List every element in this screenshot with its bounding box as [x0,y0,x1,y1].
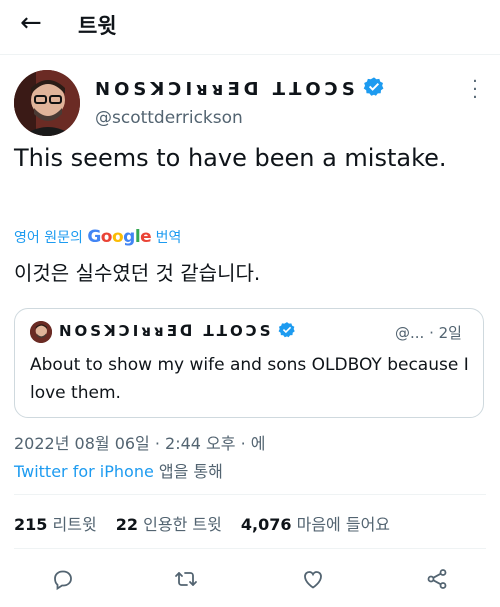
like-icon [304,571,322,589]
retweet-icon [175,572,197,586]
translate-prefix: 영어 원문의 [14,230,83,246]
page-title: 트윗 [78,14,117,38]
translate-link[interactable]: 영어 원문의 Google 번역 [14,227,181,247]
source-suffix: 앱을 통해 [158,462,223,481]
quote-author-name: NOSꓘƆIᴚᴚƎᗡ ꓕꓕOƆS [59,321,296,343]
top-bar: ← 트윗 [0,0,500,50]
translate-suffix: 번역 [155,230,182,246]
reply-icon [54,570,72,591]
source-client-link[interactable]: Twitter for iPhone [14,462,154,481]
tweet-text: This seems to have been a mistake. [14,144,447,172]
avatar[interactable] [14,70,80,136]
translated-text: 이것은 실수였던 것 같습니다. [14,261,261,285]
quote-count[interactable]: 22 인용한 트윗 [116,515,236,534]
verified-badge-icon [278,321,296,343]
author-display-name[interactable]: NOSꓘƆIᴚᴚƎᗡ ꓕꓕOƆS [95,79,359,100]
tweet-timestamp[interactable]: 2022년 08월 06일 · 2:44 오후 · 에 [14,430,265,454]
share-icon [427,569,447,589]
quoted-tweet[interactable]: NOSꓘƆIᴚᴚƎᗡ ꓕꓕOƆS @... · 2일 About to show… [14,308,484,418]
retweet-button[interactable] [170,563,202,595]
reply-button[interactable] [47,563,79,595]
verified-badge-icon [363,76,385,103]
quote-display-name: NOSꓘƆIᴚᴚƎᗡ ꓕꓕOƆS [59,322,274,340]
share-button[interactable] [421,563,453,595]
google-logo: Google [87,227,152,247]
stats-divider-top [14,494,486,495]
author-name[interactable]: NOSꓘƆIᴚᴚƎᗡ ꓕꓕOƆS [95,76,385,103]
more-icon[interactable]: · · · [467,73,483,107]
quote-avatar [30,321,52,343]
quote-text: About to show my wife and sons OLDBOY be… [30,355,469,403]
back-arrow-icon[interactable]: ← [20,8,42,38]
header-divider [0,54,500,55]
like-count[interactable]: 4,076 마음에 들어요 [241,515,404,534]
quote-meta: @... · 2일 [395,324,462,342]
tweet-source: Twitter for iPhone 앱을 통해 [14,458,223,482]
like-button[interactable] [297,563,329,595]
author-handle[interactable]: @scottderrickson [95,108,243,128]
engagement-stats: 215 리트윗 22 인용한 트윗 4,076 마음에 들어요 [14,511,404,535]
stats-divider-bottom [14,548,486,549]
retweet-count[interactable]: 215 리트윗 [14,515,111,534]
